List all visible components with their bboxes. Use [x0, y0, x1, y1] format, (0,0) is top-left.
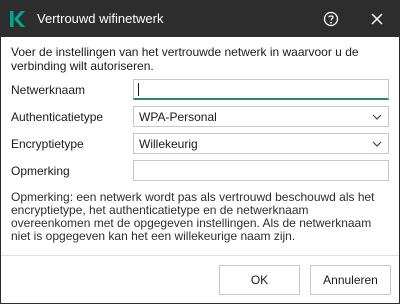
- title-bar: Vertrouwd wifinetwerk: [1, 1, 399, 37]
- close-icon: [371, 13, 383, 25]
- cancel-button[interactable]: Annuleren: [310, 265, 391, 295]
- remark-input[interactable]: [133, 160, 389, 181]
- window-title: Vertrouwd wifinetwerk: [37, 11, 164, 26]
- remark-label: Opmerking: [11, 164, 70, 178]
- network-name-input[interactable]: [133, 79, 389, 100]
- auth-type-value: WPA-Personal: [139, 109, 217, 124]
- auth-type-select[interactable]: WPA-Personal: [133, 106, 389, 127]
- network-name-label: Netwerknaam: [11, 83, 86, 97]
- chevron-down-icon: [366, 134, 388, 153]
- encryption-type-select[interactable]: Willekeurig: [133, 133, 389, 154]
- kaspersky-logo-icon: [10, 11, 25, 27]
- help-icon: [323, 11, 339, 27]
- encryption-type-value: Willekeurig: [139, 136, 198, 151]
- dialog-footer: OK Annuleren: [1, 255, 399, 303]
- chevron-down-icon: [366, 107, 388, 126]
- intro-text: Voer de instellingen van het vertrouwde …: [11, 45, 359, 73]
- text-cursor: [138, 83, 139, 96]
- note-text: Opmerking: een netwerk wordt pas als ver…: [11, 190, 375, 243]
- trusted-wifi-dialog: Vertrouwd wifinetwerk Voer de instelling…: [0, 0, 400, 304]
- auth-type-label: Authenticatietype: [11, 110, 104, 124]
- encryption-type-label: Encryptietype: [11, 137, 84, 151]
- close-button[interactable]: [365, 7, 389, 31]
- ok-button[interactable]: OK: [219, 265, 300, 295]
- help-button[interactable]: [319, 7, 343, 31]
